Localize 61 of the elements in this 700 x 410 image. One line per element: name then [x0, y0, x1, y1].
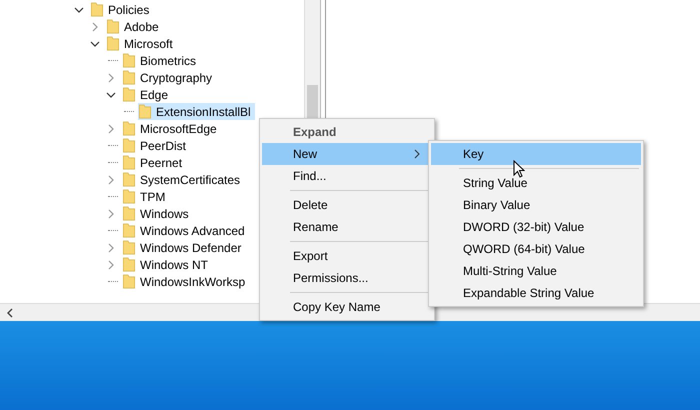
folder-icon [122, 206, 136, 221]
folder-icon [122, 223, 136, 238]
tree-item[interactable]: Microsoft [106, 35, 177, 52]
chevron-down-icon[interactable] [106, 90, 116, 100]
menu-item[interactable]: Delete [262, 194, 432, 216]
tree-item[interactable]: Policies [90, 1, 154, 18]
folder-icon [122, 87, 136, 102]
menu-item[interactable]: Find... [262, 165, 432, 187]
folder-icon [122, 121, 136, 136]
tree-item[interactable]: Cryptography [122, 69, 216, 86]
scroll-left-icon[interactable] [6, 308, 14, 318]
tree-item[interactable]: MicrosoftEdge [122, 120, 221, 137]
menu-item[interactable]: Permissions... [262, 267, 432, 289]
chevron-down-icon[interactable] [74, 4, 84, 14]
chevron-right-icon[interactable] [90, 22, 100, 32]
chevron-right-icon[interactable] [106, 260, 116, 270]
chevron-right-icon[interactable] [106, 208, 116, 218]
folder-icon [122, 274, 136, 289]
chevron-right-icon[interactable] [106, 72, 116, 82]
tree-item[interactable]: Windows NT [122, 256, 212, 273]
menu-item[interactable]: QWORD (64-bit) Value [431, 238, 641, 260]
folder-icon [122, 155, 136, 170]
folder-icon [122, 138, 136, 153]
menu-item[interactable]: DWORD (32-bit) Value [431, 216, 641, 238]
tree-item[interactable]: WindowsInkWorksp [122, 273, 250, 290]
mouse-cursor-icon [513, 160, 525, 178]
menu-item[interactable]: Multi-String Value [431, 260, 641, 282]
folder-icon [122, 240, 136, 255]
folder-icon [90, 2, 104, 17]
menu-item[interactable]: Expandable String Value [431, 282, 641, 304]
tree-item[interactable]: ExtensionInstallBl [138, 103, 255, 120]
tree-item[interactable]: SystemCertificates [122, 171, 244, 188]
menu-item[interactable]: Export [262, 245, 432, 267]
folder-icon [122, 53, 136, 68]
tree-item[interactable]: Adobe [106, 18, 163, 35]
menu-item[interactable]: Rename [262, 216, 432, 238]
chevron-right-icon[interactable] [106, 242, 116, 252]
tree-item[interactable]: Edge [122, 86, 172, 103]
tree-item[interactable]: Windows [122, 205, 193, 222]
folder-icon [122, 257, 136, 272]
folder-icon [106, 36, 120, 51]
tree-item[interactable]: Biometrics [122, 52, 200, 69]
folder-icon [122, 172, 136, 187]
tree-item[interactable]: Peernet [122, 154, 186, 171]
menu-item[interactable]: Binary Value [431, 194, 641, 216]
tree-item[interactable]: Windows Defender [122, 239, 246, 256]
menu-item[interactable]: Key [431, 143, 641, 165]
chevron-right-icon[interactable] [106, 124, 116, 134]
folder-icon [106, 19, 120, 34]
menu-item[interactable]: Expand [262, 121, 432, 143]
folder-icon [122, 70, 136, 85]
chevron-down-icon[interactable] [90, 38, 100, 48]
scroll-thumb[interactable] [307, 85, 318, 121]
chevron-right-icon[interactable] [106, 174, 116, 184]
tree-item[interactable]: PeerDist [122, 137, 190, 154]
tree-item[interactable]: Windows Advanced [122, 222, 249, 239]
menu-item[interactable]: Copy Key Name [262, 296, 432, 318]
folder-icon [122, 189, 136, 204]
tree-item[interactable]: TPM [122, 188, 170, 205]
menu-item[interactable]: String Value [431, 172, 641, 194]
folder-icon [138, 104, 152, 119]
